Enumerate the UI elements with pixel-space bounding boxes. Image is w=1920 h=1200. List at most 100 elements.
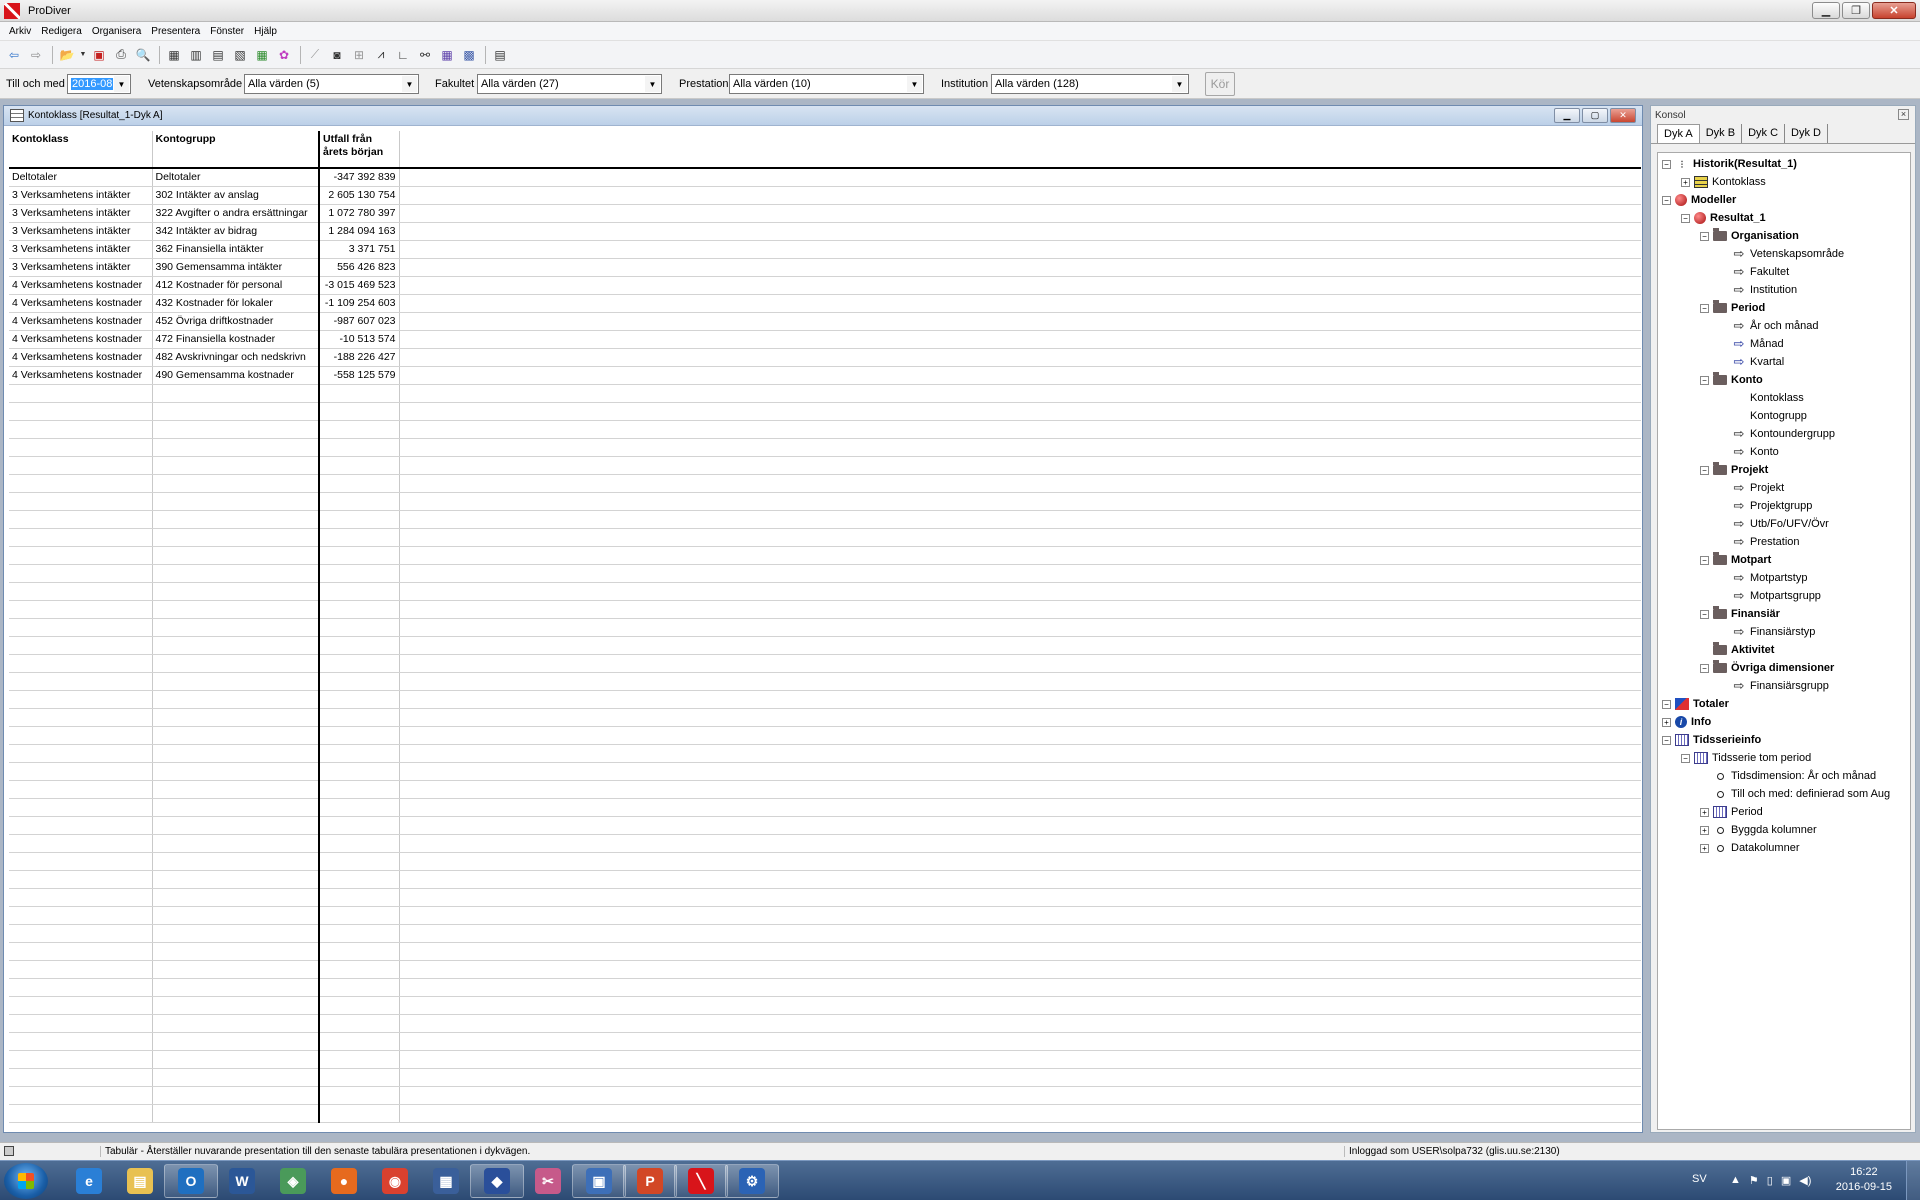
clock[interactable]: 16:22 2016-09-15 xyxy=(1836,1165,1892,1195)
tree-node[interactable]: − Övriga dimensioner xyxy=(1658,659,1910,677)
menu-presentera[interactable]: Presentera xyxy=(146,26,205,37)
vetenskapsomrade-select[interactable]: Alla värden (5) ▼ xyxy=(244,74,419,94)
close-icon[interactable]: × xyxy=(1898,109,1909,120)
tree-node[interactable]: − Finansiär xyxy=(1658,605,1910,623)
table-row[interactable]: 4 Verksamhetens kostnader 452 Övriga drif… xyxy=(9,312,1641,331)
volume-icon[interactable]: ◀) xyxy=(1799,1174,1811,1187)
data-grid[interactable]: Kontoklass Kontogrupp Utfall från årets b… xyxy=(9,131,1641,1129)
collapse-icon[interactable]: − xyxy=(1662,735,1671,745)
table-row[interactable]: 3 Verksamhetens intäkter 302 Intäkter av … xyxy=(9,186,1641,205)
empty-table-row[interactable] xyxy=(9,672,1641,691)
flag-icon[interactable]: ⚑ xyxy=(1749,1174,1759,1187)
column-header-kontogrupp[interactable]: Kontogrupp xyxy=(152,131,320,169)
print-preview-icon[interactable]: 🔍 xyxy=(133,45,153,65)
tree-node[interactable]: ⇨ Prestation xyxy=(1658,533,1910,551)
taskbar-app[interactable]: ◈ xyxy=(266,1164,320,1198)
hierarchy-icon[interactable]: ⊞ xyxy=(349,45,369,65)
tree-node[interactable]: ⇨ Projekt xyxy=(1658,479,1910,497)
column-header-kontoklass[interactable]: Kontoklass xyxy=(9,131,153,169)
empty-table-row[interactable] xyxy=(9,582,1641,601)
table-row[interactable]: 4 Verksamhetens kostnader 490 Gemensamma … xyxy=(9,366,1641,385)
taskbar-app[interactable]: ✂ xyxy=(521,1164,575,1198)
table-columns-icon[interactable]: ▥ xyxy=(186,45,206,65)
tree-node[interactable]: ⇨ År och månad xyxy=(1658,317,1910,335)
tree-node[interactable]: ⇨ Månad xyxy=(1658,335,1910,353)
tree-node[interactable]: − Modeller xyxy=(1658,191,1910,209)
empty-table-row[interactable] xyxy=(9,384,1641,403)
taskbar-app[interactable]: ▣ xyxy=(572,1164,626,1198)
prodiver-app-icon[interactable] xyxy=(4,2,20,19)
taskbar-app[interactable]: P xyxy=(623,1164,677,1198)
taskbar-app[interactable]: ╲ xyxy=(674,1164,728,1198)
tree-node[interactable]: + Kontoklass xyxy=(1658,173,1910,191)
institution-select[interactable]: Alla värden (128) ▼ xyxy=(991,74,1189,94)
tree-node[interactable]: ⇨ Projektgrupp xyxy=(1658,497,1910,515)
collapse-icon[interactable]: − xyxy=(1662,699,1671,709)
expand-icon[interactable]: + xyxy=(1681,177,1690,187)
tree-node[interactable]: ⇨ Motpartstyp xyxy=(1658,569,1910,587)
empty-table-row[interactable] xyxy=(9,870,1641,889)
empty-table-row[interactable] xyxy=(9,528,1641,547)
grid-icon[interactable]: ▩ xyxy=(459,45,479,65)
tree-node[interactable]: + Byggda kolumner xyxy=(1658,821,1910,839)
tree-node[interactable]: − Organisation xyxy=(1658,227,1910,245)
restore-button[interactable]: ❐ xyxy=(1842,2,1870,19)
table-row[interactable]: Deltotaler Deltotaler -347 392 839 xyxy=(9,168,1641,187)
tree-node[interactable]: − Totaler xyxy=(1658,695,1910,713)
menu-organisera[interactable]: Organisera xyxy=(87,26,146,37)
tree-node[interactable]: ⇨ Institution xyxy=(1658,281,1910,299)
empty-table-row[interactable] xyxy=(9,1050,1641,1069)
empty-table-row[interactable] xyxy=(9,618,1641,637)
table-row[interactable]: 4 Verksamhetens kostnader 482 Avskrivning… xyxy=(9,348,1641,367)
empty-table-row[interactable] xyxy=(9,510,1641,529)
empty-table-row[interactable] xyxy=(9,924,1641,943)
show-hidden-icons-icon[interactable]: ▲ xyxy=(1730,1174,1741,1187)
tree-node[interactable]: Kontogrupp xyxy=(1658,407,1910,425)
taskbar-app[interactable]: ▦ xyxy=(419,1164,473,1198)
expand-icon[interactable]: + xyxy=(1700,843,1709,853)
empty-table-row[interactable] xyxy=(9,852,1641,871)
period-select[interactable]: 2016-08 ▼ xyxy=(67,74,131,94)
back-arrow-icon[interactable]: ⇦ xyxy=(4,45,24,65)
network-icon[interactable]: ▣ xyxy=(1781,1174,1791,1187)
table-row[interactable]: 4 Verksamhetens kostnader 412 Kostnader f… xyxy=(9,276,1641,295)
collapse-icon[interactable]: − xyxy=(1662,195,1671,205)
menu-hjalp[interactable]: Hjälp xyxy=(249,26,282,37)
tree-node[interactable]: ⇨ Kvartal xyxy=(1658,353,1910,371)
collapse-icon[interactable]: − xyxy=(1700,663,1709,673)
tree-node[interactable]: + Datakolumner xyxy=(1658,839,1910,857)
tree-node[interactable]: Tidsdimension: År och månad xyxy=(1658,767,1910,785)
close-document-icon[interactable]: ▣ xyxy=(89,45,109,65)
expand-icon[interactable]: + xyxy=(1662,717,1671,727)
table-row[interactable]: 3 Verksamhetens intäkter 390 Gemensamma i… xyxy=(9,258,1641,277)
tab-dyk-c[interactable]: Dyk C xyxy=(1742,124,1786,143)
tree-node[interactable]: ⇨ Fakultet xyxy=(1658,263,1910,281)
empty-table-row[interactable] xyxy=(9,978,1641,997)
line-chart-icon[interactable]: ⩘ xyxy=(371,45,391,65)
empty-table-row[interactable] xyxy=(9,942,1641,961)
taskbar-app[interactable]: ◉ xyxy=(368,1164,422,1198)
tree-node[interactable]: Aktivitet xyxy=(1658,641,1910,659)
camera-icon[interactable]: ◙ xyxy=(327,45,347,65)
menu-arkiv[interactable]: Arkiv xyxy=(4,26,36,37)
empty-table-row[interactable] xyxy=(9,906,1641,925)
run-button[interactable]: Kör xyxy=(1205,72,1235,96)
taskbar-app[interactable]: ● xyxy=(317,1164,371,1198)
taskbar-app[interactable]: ⚙ xyxy=(725,1164,779,1198)
menu-redigera[interactable]: Redigera xyxy=(36,26,87,37)
table-row[interactable]: 3 Verksamhetens intäkter 362 Finansiella … xyxy=(9,240,1641,259)
empty-table-row[interactable] xyxy=(9,780,1641,799)
empty-table-row[interactable] xyxy=(9,834,1641,853)
tree-node[interactable]: − Tidsserie tom period xyxy=(1658,749,1910,767)
empty-table-row[interactable] xyxy=(9,492,1641,511)
tree-node[interactable]: ⇨ Konto xyxy=(1658,443,1910,461)
calendar-icon[interactable]: ▦ xyxy=(437,45,457,65)
show-desktop-button[interactable] xyxy=(1906,1161,1920,1200)
empty-table-row[interactable] xyxy=(9,762,1641,781)
tree-node[interactable]: ⇨ Motpartsgrupp xyxy=(1658,587,1910,605)
dropdown-arrow-icon[interactable]: ▼ xyxy=(79,45,87,65)
palette-icon[interactable]: ✿ xyxy=(274,45,294,65)
tree-node[interactable]: ⇨ Utb/Fo/UFV/Övr xyxy=(1658,515,1910,533)
expand-icon[interactable]: + xyxy=(1700,825,1709,835)
tree-node[interactable]: − Motpart xyxy=(1658,551,1910,569)
